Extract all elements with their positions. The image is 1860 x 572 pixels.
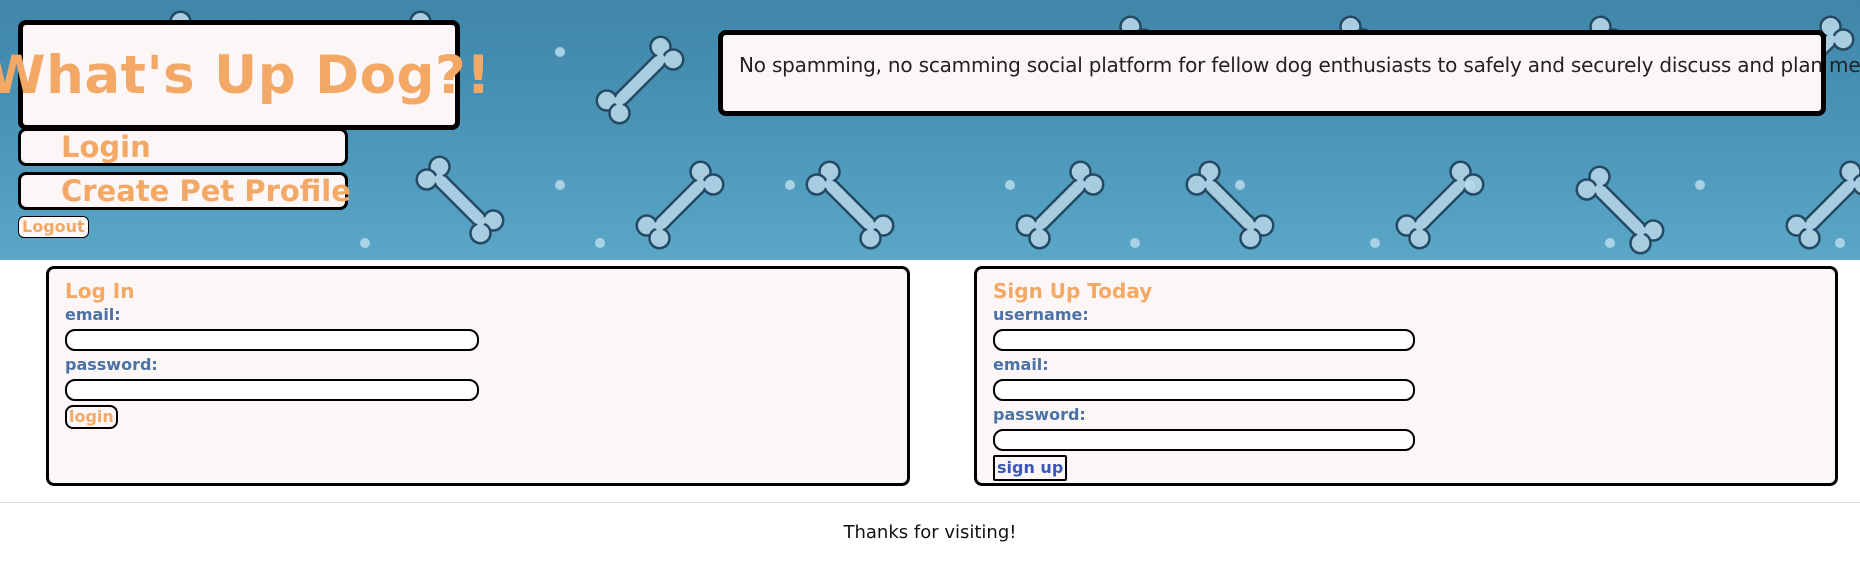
- signup-email-label: email:: [993, 355, 1049, 374]
- nav-create-pet-profile-button[interactable]: Create Pet Profile: [18, 172, 351, 210]
- login-password-input[interactable]: [65, 379, 479, 401]
- signup-username-label: username:: [993, 305, 1089, 324]
- logout-button[interactable]: Logout: [18, 216, 89, 238]
- site-title: What's Up Dog?!: [0, 44, 491, 106]
- tagline-box: No spamming, no scamming social platform…: [718, 30, 1860, 116]
- login-password-label: password:: [65, 355, 158, 374]
- tagline-text: No spamming, no scamming social platform…: [739, 53, 1860, 77]
- signup-submit-button[interactable]: sign up: [993, 455, 1068, 481]
- signup-password-label: password:: [993, 405, 1086, 424]
- signup-panel: Sign Up Today username: email: password:…: [974, 266, 1838, 486]
- header-banner: What's Up Dog?! Login Create Pet Profile…: [0, 0, 1860, 260]
- nav-login-button[interactable]: Login: [18, 128, 348, 166]
- footer-divider: [0, 502, 1860, 503]
- login-email-input[interactable]: [65, 329, 479, 351]
- login-email-label: email:: [65, 305, 121, 324]
- signup-email-input[interactable]: [993, 379, 1415, 401]
- footer-text: Thanks for visiting!: [843, 522, 1017, 543]
- login-submit-button[interactable]: login: [65, 405, 118, 429]
- signup-heading: Sign Up Today: [993, 279, 1153, 303]
- site-title-box: What's Up Dog?!: [0, 20, 490, 130]
- signup-username-input[interactable]: [993, 329, 1415, 351]
- footer: Thanks for visiting!: [0, 522, 1860, 543]
- login-heading: Log In: [65, 279, 135, 303]
- signup-password-input[interactable]: [993, 429, 1415, 451]
- login-panel: Log In email: password: login: [46, 266, 910, 486]
